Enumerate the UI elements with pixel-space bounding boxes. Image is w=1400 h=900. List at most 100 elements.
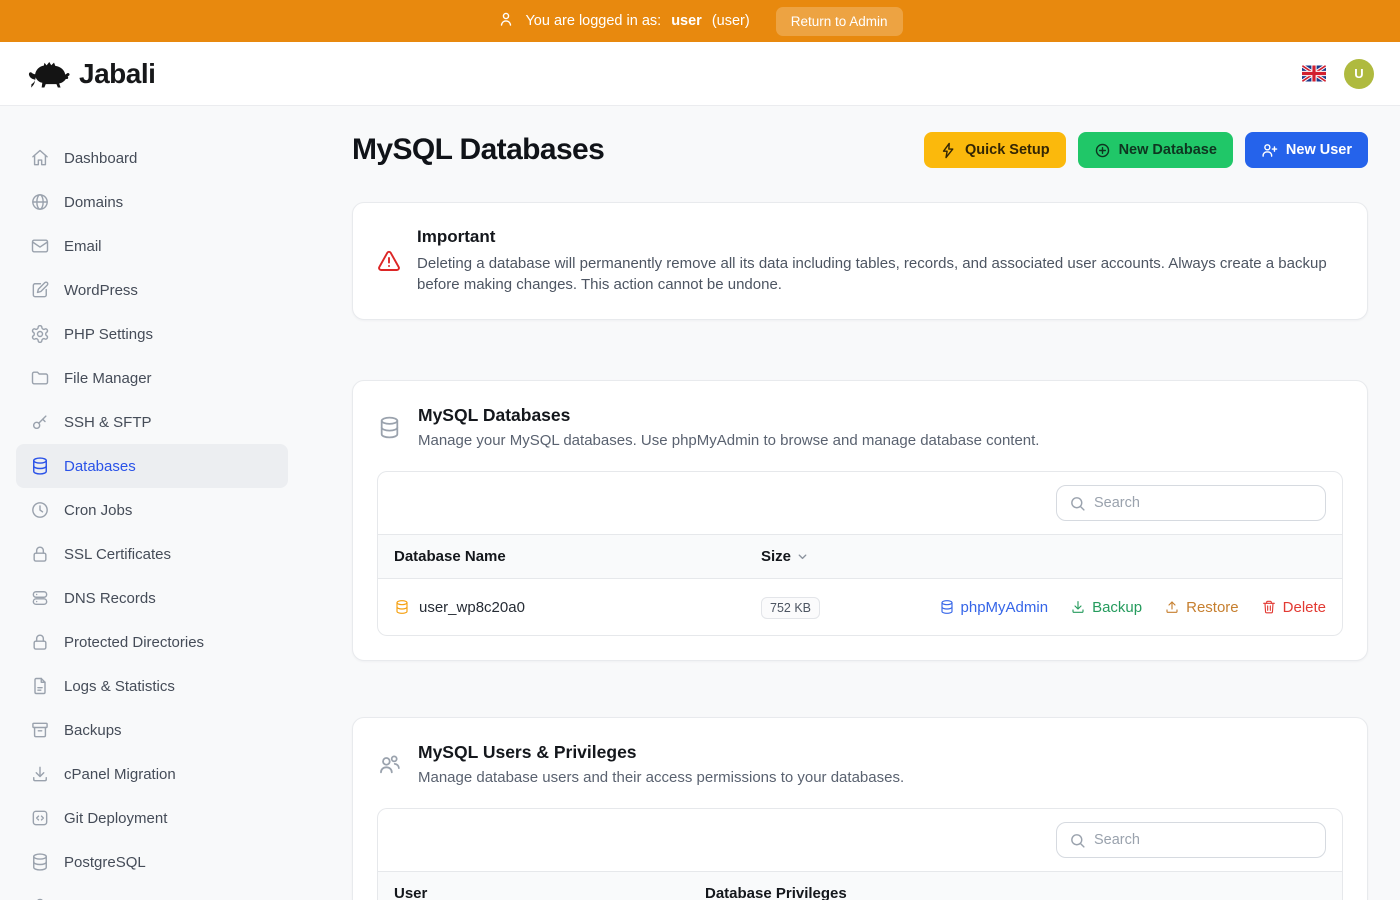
users-icon [377,752,402,777]
header-right: U [1302,59,1374,89]
user-avatar[interactable]: U [1344,59,1374,89]
sidebar-item-label: Protected Directories [64,634,204,651]
sidebar-item-label: SSH & SFTP [64,414,152,431]
phpmyadmin-action[interactable]: phpMyAdmin [939,599,1049,616]
database-name: user_wp8c20a0 [419,599,525,616]
sidebar: Dashboard Domains Email WordPressPHP Settin… [0,106,304,900]
sidebar-item-php-settings[interactable]: PHP Settings [16,312,288,356]
sidebar-item-label: Domains [64,194,123,211]
sidebar-item-postgresql[interactable]: PostgreSQL [16,840,288,884]
sidebar-item-file-manager[interactable]: File Manager [16,356,288,400]
databases-section-title: MySQL Databases [418,405,1039,426]
globe-icon [30,192,50,212]
restore-action[interactable]: Restore [1164,599,1239,616]
boar-logo-icon [26,56,70,92]
databases-card: MySQL Databases Manage your MySQL databa… [352,380,1368,661]
databases-search[interactable] [1056,485,1326,521]
logged-in-as: You are logged in as: user (user) [497,10,749,32]
sidebar-item-label: Databases [64,458,136,475]
server-icon [30,588,50,608]
logged-in-prefix: You are logged in as: [525,13,661,29]
app-header: Jabali U [0,42,1400,106]
return-to-admin-button[interactable]: Return to Admin [776,7,903,36]
sidebar-item-label: Backups [64,722,122,739]
sidebar-item-partial-item[interactable] [16,884,288,900]
database-name-cell: user_wp8c20a0 [394,599,761,616]
users-section-description: Manage database users and their access p… [418,769,904,786]
sidebar-item-protected-directories[interactable]: Protected Directories [16,620,288,664]
sidebar-item-label: File Manager [64,370,152,387]
pencil-icon [30,280,50,300]
archive-icon [30,720,50,740]
database-row: user_wp8c20a0 752 KB phpMyAdmin Backup Resto… [378,579,1342,635]
database-icon [30,456,50,476]
sidebar-item-logs-statistics[interactable]: Logs & Statistics [16,664,288,708]
sidebar-item-databases[interactable]: Databases [16,444,288,488]
sidebar-item-label: Dashboard [64,150,137,167]
users-search-input[interactable] [1094,832,1313,848]
users-card: MySQL Users & Privileges Manage database… [352,717,1368,900]
sidebar-item-git-deployment[interactable]: Git Deployment [16,796,288,840]
sidebar-item-ssh-sftp[interactable]: SSH & SFTP [16,400,288,444]
main-content: MySQL Databases Quick Setup New Database… [304,106,1400,900]
databases-section-description: Manage your MySQL databases. Use phpMyAd… [418,432,1039,449]
lightning-icon [940,142,957,159]
sidebar-item-label: Git Deployment [64,810,167,827]
gear-icon [30,324,50,344]
trash-icon [1261,599,1277,615]
impersonation-banner: You are logged in as: user (user) Return… [0,0,1400,42]
database-size-cell: 752 KB [761,599,820,616]
databases-search-input[interactable] [1094,495,1313,511]
sidebar-item-cron-jobs[interactable]: Cron Jobs [16,488,288,532]
sidebar-item-label: Logs & Statistics [64,678,175,695]
sidebar-item-email[interactable]: Email [16,224,288,268]
sidebar-item-dns-records[interactable]: DNS Records [16,576,288,620]
page-title: MySQL Databases [352,133,604,167]
language-flag-icon[interactable] [1302,65,1326,82]
key-icon [30,412,50,432]
search-icon [1069,495,1086,512]
plus-circle-icon [1094,142,1111,159]
warning-title: Important [417,227,1343,247]
sidebar-item-cpanel-migration[interactable]: cPanel Migration [16,752,288,796]
lock-icon [30,632,50,652]
column-size-sort[interactable]: Size [761,548,809,565]
home-icon [30,148,50,168]
sidebar-item-label: PostgreSQL [64,854,146,871]
quick-setup-button[interactable]: Quick Setup [924,132,1066,168]
sidebar-item-backups[interactable]: Backups [16,708,288,752]
size-badge: 752 KB [761,597,820,619]
users-section-title: MySQL Users & Privileges [418,742,904,763]
warning-text: Deleting a database will permanently rem… [417,254,1343,295]
brand-name: Jabali [79,58,155,90]
databases-table: Database Name Size user_wp8c20a0 752 KB ph… [377,471,1343,636]
download-icon [30,764,50,784]
users-search[interactable] [1056,822,1326,858]
warning-triangle-icon [377,249,401,273]
clock-icon [30,500,50,520]
database-icon [394,599,410,615]
delete-action[interactable]: Delete [1261,599,1326,616]
sidebar-item-label: cPanel Migration [64,766,176,783]
sidebar-item-domains[interactable]: Domains [16,180,288,224]
file-icon [30,676,50,696]
chevron-down-icon [796,550,809,563]
sidebar-item-ssl-certificates[interactable]: SSL Certificates [16,532,288,576]
database-icon [377,415,402,440]
upload-icon [1164,599,1180,615]
sidebar-item-dashboard[interactable]: Dashboard [16,136,288,180]
logged-in-username: user [671,13,702,29]
column-database-privileges: Database Privileges [705,885,847,900]
sidebar-item-label: SSL Certificates [64,546,171,563]
mail-icon [30,236,50,256]
backup-action[interactable]: Backup [1070,599,1142,616]
search-icon [1069,832,1086,849]
sidebar-item-label: Email [64,238,102,255]
code-icon [30,808,50,828]
sidebar-item-wordpress[interactable]: WordPress [16,268,288,312]
person-icon [497,10,515,32]
new-database-button[interactable]: New Database [1078,132,1233,168]
new-user-button[interactable]: New User [1245,132,1368,168]
database-icon [30,852,50,872]
column-database-name: Database Name [394,548,761,565]
